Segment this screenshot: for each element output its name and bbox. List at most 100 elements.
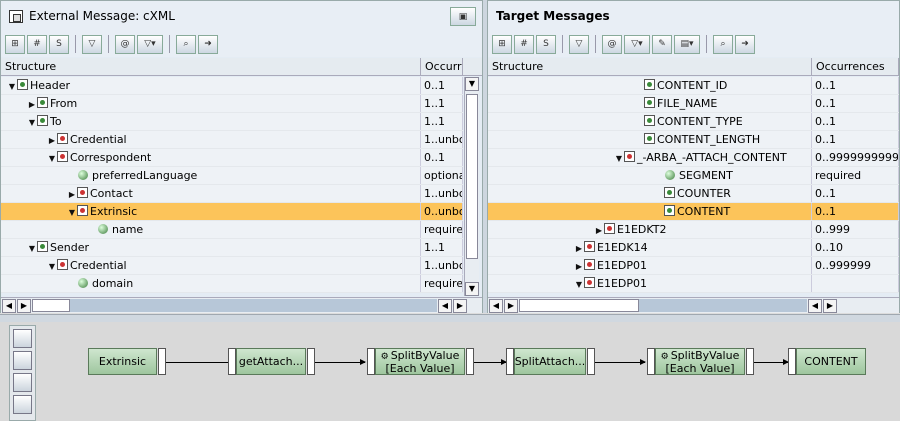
tree-row[interactable]: preferredLanguage optiona: [1, 167, 463, 185]
occurrence-icon[interactable]: @: [115, 34, 135, 54]
tree-row[interactable]: CONTENT 0..1: [488, 203, 899, 221]
edit-icon[interactable]: ✎: [652, 34, 672, 54]
collapse-icon[interactable]: ▼: [27, 240, 37, 256]
clipboard-icon[interactable]: [13, 395, 32, 414]
collapse-icon[interactable]: ▼: [7, 78, 17, 94]
layout-icon[interactable]: [13, 373, 32, 392]
grid-icon[interactable]: #: [27, 34, 47, 54]
tree-row[interactable]: ▼ Header 0..1: [1, 77, 463, 95]
input-port[interactable]: [647, 348, 655, 375]
scroll-right-icon[interactable]: ▶: [823, 298, 837, 313]
scroll-right-icon[interactable]: ▶: [504, 298, 518, 313]
navigate-icon[interactable]: ➜: [735, 34, 755, 54]
mapping-node-extrinsic[interactable]: Extrinsic: [88, 348, 157, 375]
tree-row[interactable]: domain require: [1, 275, 463, 293]
tree-row[interactable]: CONTENT_TYPE 0..1: [488, 113, 899, 131]
tree-row[interactable]: COUNTER 0..1: [488, 185, 899, 203]
expand-icon[interactable]: ▶: [27, 96, 37, 112]
filter-funnel-icon[interactable]: ▽: [569, 34, 589, 54]
hscroll-thumb[interactable]: [519, 299, 639, 312]
source-horizontal-scrollbar[interactable]: ◀ ▶ ◀ ▶: [1, 297, 482, 313]
tree-row[interactable]: CONTENT_ID 0..1: [488, 77, 899, 95]
scroll-down-icon[interactable]: ▼: [465, 282, 479, 296]
tree-row[interactable]: ▼ E1EDP01: [488, 275, 899, 293]
view-toggle-icon[interactable]: ▣: [450, 7, 476, 26]
collapse-icon[interactable]: ▼: [574, 276, 584, 292]
tree-row[interactable]: ▶ E1EDKT2 0..999: [488, 221, 899, 239]
tree-row[interactable]: ▼ To 1..1: [1, 113, 463, 131]
collapse-icon[interactable]: ▼: [614, 150, 624, 166]
tree-row[interactable]: CONTENT_LENGTH 0..1: [488, 131, 899, 149]
mapping-node-splitbyvalue-1[interactable]: ⚙ SplitByValue [Each Value]: [375, 348, 465, 375]
tree-row[interactable]: ▼ Correspondent 0..1: [1, 149, 463, 167]
output-port[interactable]: [587, 348, 595, 375]
tree-row[interactable]: ▶ Contact 1..unbo: [1, 185, 463, 203]
collapse-icon[interactable]: ▼: [47, 150, 57, 166]
hscroll-track[interactable]: [32, 299, 437, 312]
binoculars-icon[interactable]: ⌕: [176, 34, 196, 54]
tree-row[interactable]: ▶ E1EDP01 0..999999: [488, 257, 899, 275]
expand-icon[interactable]: ▶: [47, 132, 57, 148]
mapping-node-content[interactable]: CONTENT: [796, 348, 866, 375]
scroll-left-icon[interactable]: ◀: [2, 298, 16, 313]
scroll-left-icon[interactable]: ◀: [438, 298, 452, 313]
output-port[interactable]: [746, 348, 754, 375]
target-horizontal-scrollbar[interactable]: ◀ ▶ ◀ ▶: [488, 297, 899, 313]
tree-row[interactable]: name require: [1, 221, 463, 239]
tree-row[interactable]: ▼ Extrinsic 0..unbo: [1, 203, 463, 221]
input-port[interactable]: [788, 348, 796, 375]
mapping-node-getattach[interactable]: getAttach...: [236, 348, 306, 375]
tree-row[interactable]: ▶ From 1..1: [1, 95, 463, 113]
input-port[interactable]: [367, 348, 375, 375]
col-structure[interactable]: Structure: [1, 58, 421, 75]
grid-icon[interactable]: #: [514, 34, 534, 54]
tree-row[interactable]: FILE_NAME 0..1: [488, 95, 899, 113]
tree-row[interactable]: ▼ Credential 1..unbo: [1, 257, 463, 275]
col-structure[interactable]: Structure: [488, 58, 812, 75]
col-occurrences[interactable]: Occurre: [421, 58, 463, 75]
output-port[interactable]: [307, 348, 315, 375]
scroll-thumb[interactable]: [466, 94, 478, 259]
output-port[interactable]: [158, 348, 166, 375]
navigate-icon[interactable]: ➜: [198, 34, 218, 54]
scroll-up-icon[interactable]: ▼: [465, 77, 479, 91]
tree-icon[interactable]: ⊞: [492, 34, 512, 54]
mapping-node-splitbyvalue-2[interactable]: ⚙ SplitByValue [Each Value]: [655, 348, 745, 375]
expand-icon[interactable]: ▶: [574, 258, 584, 274]
collapse-icon[interactable]: ▼: [47, 258, 57, 274]
binoculars-icon[interactable]: ⌕: [713, 34, 733, 54]
tree-row[interactable]: ▶ E1EDK14 0..10: [488, 239, 899, 257]
occurrence-icon[interactable]: @: [602, 34, 622, 54]
col-occurrences[interactable]: Occurrences: [812, 58, 899, 75]
mapping-node-splitattach[interactable]: SplitAttach...: [514, 348, 586, 375]
src-icon[interactable]: S: [49, 34, 69, 54]
input-port[interactable]: [506, 348, 514, 375]
new-function-icon[interactable]: [13, 329, 32, 348]
tree-icon[interactable]: ⊞: [5, 34, 25, 54]
filter-dropdown-icon[interactable]: ▽▾: [624, 34, 650, 54]
input-port[interactable]: [228, 348, 236, 375]
output-port[interactable]: [466, 348, 474, 375]
tree-row[interactable]: ▼ Sender 1..1: [1, 239, 463, 257]
tree-row[interactable]: ▼ _-ARBA_-ATTACH_CONTENT 0..9999999999: [488, 149, 899, 167]
scroll-left-icon[interactable]: ◀: [808, 298, 822, 313]
expand-icon[interactable]: ▶: [67, 186, 77, 202]
filter-dropdown-icon[interactable]: ▽▾: [137, 34, 163, 54]
expand-icon[interactable]: ▶: [574, 240, 584, 256]
filter-funnel-icon[interactable]: ▽: [82, 34, 102, 54]
src-icon[interactable]: S: [536, 34, 556, 54]
scroll-right-icon[interactable]: ▶: [453, 298, 467, 313]
hscroll-track[interactable]: [519, 299, 807, 312]
hscroll-thumb[interactable]: [32, 299, 70, 312]
tree-row[interactable]: SEGMENT required: [488, 167, 899, 185]
horizontal-splitter[interactable]: [0, 315, 900, 322]
scroll-right-icon[interactable]: ▶: [17, 298, 31, 313]
scroll-left-icon[interactable]: ◀: [489, 298, 503, 313]
collapse-icon[interactable]: ▼: [27, 114, 37, 130]
source-vertical-scrollbar[interactable]: ▼ ▼: [464, 77, 479, 296]
tree-row[interactable]: ▶ Credential 1..unbo: [1, 131, 463, 149]
brush-icon[interactable]: [13, 351, 32, 370]
expand-icon[interactable]: ▶: [594, 222, 604, 238]
doc-dropdown-icon[interactable]: ▤▾: [674, 34, 700, 54]
collapse-icon[interactable]: ▼: [67, 204, 77, 220]
